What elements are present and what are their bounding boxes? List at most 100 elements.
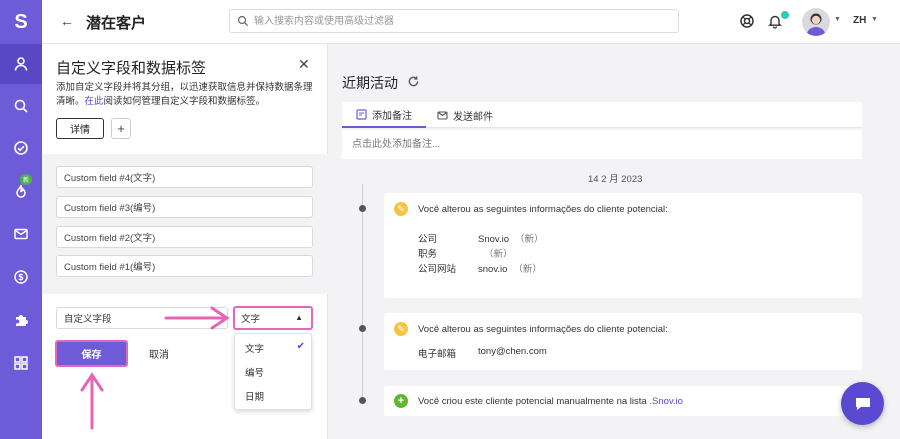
new-tag: （新）	[513, 264, 542, 275]
custom-field-item[interactable]: Custom field #3(编号)	[56, 196, 313, 218]
nav-integrations[interactable]	[0, 300, 42, 340]
tab-add-note[interactable]: 添加备注	[342, 102, 426, 128]
activity-card: + Você criou este cliente potencial manu…	[384, 386, 862, 416]
left-nav-rail: S 新 $	[0, 0, 42, 439]
field-type-select[interactable]: 文字 ▲	[233, 306, 313, 330]
note-icon	[356, 108, 367, 120]
activity-tabs: 添加备注 发送邮件	[342, 102, 862, 128]
field-key: 电子邮箱	[418, 349, 457, 360]
field-key: 公司网站	[418, 264, 457, 275]
help-link[interactable]: 在此	[85, 96, 104, 107]
list-link[interactable]: .Snov.io	[649, 396, 683, 407]
notification-dot	[781, 11, 789, 19]
mail-icon	[437, 110, 448, 120]
check-circle-icon	[14, 141, 28, 155]
puzzle-icon	[16, 315, 28, 326]
panel-description: 添加自定义字段并将其分组，以迅速获取信息并保持数据条理清晰。在此阅读如何管理自定…	[56, 81, 318, 109]
chat-button[interactable]	[841, 382, 884, 425]
avatar-person-icon	[806, 13, 826, 36]
option-label: 文字	[245, 344, 265, 355]
search-box[interactable]	[229, 9, 679, 33]
save-button[interactable]: 保存	[55, 340, 128, 367]
nav-search[interactable]	[0, 86, 42, 126]
page-title: 潜在客户	[86, 15, 147, 32]
nav-apps[interactable]	[0, 343, 42, 383]
plus-icon: +	[394, 394, 408, 408]
dollar-icon: $	[14, 270, 28, 284]
timeline-line	[362, 184, 363, 404]
tab-send-email[interactable]: 发送邮件	[437, 102, 493, 128]
svg-text:$: $	[18, 273, 24, 283]
custom-field-item[interactable]: Custom field #1(编号)	[56, 255, 313, 277]
nav-prospects[interactable]	[0, 44, 42, 84]
value-text: snov.io	[478, 264, 508, 275]
activity-text: Você alterou as seguintes informações do…	[418, 324, 668, 335]
custom-fields-panel: 自定义字段和数据标签 ✕ 添加自定义字段并将其分组，以迅速获取信息并保持数据条理…	[42, 44, 328, 439]
field-key: 公司	[418, 234, 438, 245]
nav-email[interactable]	[0, 214, 42, 254]
nav-verify[interactable]	[0, 128, 42, 168]
activity-title: 近期活动	[342, 75, 398, 91]
new-tag: （新）	[514, 234, 544, 245]
type-option-date[interactable]: 日期	[235, 384, 313, 408]
custom-field-item[interactable]: Custom field #2(文字)	[56, 226, 313, 248]
app-logo[interactable]: S	[0, 0, 42, 44]
activity-text: Você criou este cliente potencial manual…	[418, 396, 683, 407]
activity-text-body: Você criou este cliente potencial manual…	[418, 396, 650, 407]
fields-list: Custom field #4(文字) Custom field #3(编号) …	[42, 154, 328, 294]
value-text: Snov.io	[478, 234, 509, 245]
activity-card: ✎ Você alterou as seguintes informações …	[384, 313, 862, 370]
tab-details[interactable]: 详情	[56, 118, 104, 139]
chevron-up-icon: ▲	[295, 313, 303, 322]
type-option-number[interactable]: 编号	[235, 360, 313, 384]
option-label: 编号	[245, 368, 265, 379]
checkmark-icon: ✔	[296, 341, 305, 352]
close-icon[interactable]: ✕	[298, 56, 310, 73]
mail-icon	[14, 228, 28, 240]
cancel-button[interactable]: 取消	[149, 346, 169, 361]
description-tail: 阅读如何管理自定义字段和数据标签。	[103, 96, 266, 107]
refresh-icon[interactable]	[407, 75, 420, 88]
tab-label: 添加备注	[372, 110, 412, 122]
add-tab-button[interactable]: +	[111, 118, 131, 139]
option-label: 日期	[245, 392, 265, 403]
new-field-name-input[interactable]: 自定义字段	[56, 307, 228, 329]
search-icon	[14, 99, 28, 113]
help-lifebuoy-icon[interactable]	[739, 13, 755, 29]
timeline-dot	[359, 205, 366, 212]
new-tag: （新）	[484, 249, 513, 260]
activity-text: Você alterou as seguintes informações do…	[418, 204, 668, 215]
flame-icon	[16, 184, 26, 198]
field-value: Snov.io （新）	[478, 231, 544, 245]
language-selector[interactable]: ZH	[853, 15, 866, 26]
chevron-down-icon[interactable]: ▼	[871, 16, 878, 23]
search-input[interactable]	[254, 13, 664, 29]
edit-icon: ✎	[394, 322, 408, 336]
field-value: （新）	[478, 246, 513, 260]
chat-bubble-icon	[855, 397, 870, 410]
avatar[interactable]	[802, 8, 830, 36]
new-badge: 新	[20, 174, 33, 185]
timeline-dot	[359, 397, 366, 404]
activity-card: ✎ Você alterou as seguintes informações …	[384, 193, 862, 298]
field-type-dropdown: 文字 ✔ 编号 日期	[234, 333, 312, 410]
chevron-down-icon[interactable]: ▼	[834, 16, 841, 23]
field-key: 职务	[418, 249, 438, 260]
field-value: snov.io （新）	[478, 261, 542, 275]
custom-field-item[interactable]: Custom field #4(文字)	[56, 166, 313, 188]
field-value: tony@chen.com	[478, 346, 547, 357]
activity-date: 14 2 月 2023	[588, 174, 643, 185]
field-type-value: 文字	[241, 314, 261, 325]
nav-deals[interactable]: $	[0, 257, 42, 297]
note-input[interactable]	[342, 130, 862, 159]
edit-icon: ✎	[394, 202, 408, 216]
timeline-dot	[359, 325, 366, 332]
panel-title: 自定义字段和数据标签	[56, 60, 207, 77]
top-bar: ← 潜在客户 ▼ ZH ▼	[42, 0, 900, 44]
back-arrow-icon[interactable]: ←	[60, 13, 74, 29]
user-icon	[14, 57, 28, 71]
apps-grid-icon	[14, 356, 28, 370]
type-option-text[interactable]: 文字 ✔	[235, 336, 313, 360]
search-icon	[237, 15, 249, 27]
tab-label: 发送邮件	[453, 111, 493, 123]
